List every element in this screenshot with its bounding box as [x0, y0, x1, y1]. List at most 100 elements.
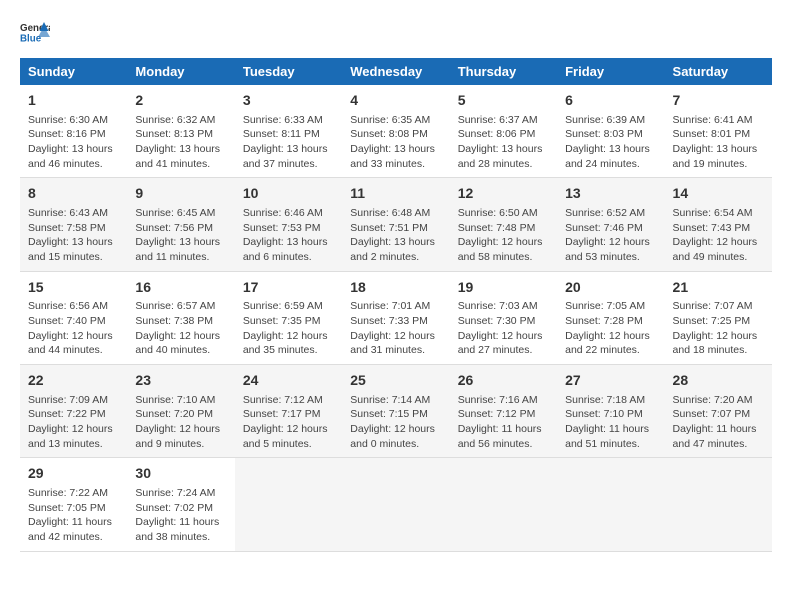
day-number: 20: [565, 278, 656, 298]
week-row-2: 8Sunrise: 6:43 AMSunset: 7:58 PMDaylight…: [20, 178, 772, 271]
day-cell: 10Sunrise: 6:46 AMSunset: 7:53 PMDayligh…: [235, 178, 342, 271]
day-info: Sunrise: 7:20 AMSunset: 7:07 PMDaylight:…: [673, 393, 764, 452]
day-cell: 13Sunrise: 6:52 AMSunset: 7:46 PMDayligh…: [557, 178, 664, 271]
day-info: Sunrise: 7:24 AMSunset: 7:02 PMDaylight:…: [135, 486, 226, 545]
general-blue-logo: General Blue: [20, 20, 50, 48]
day-info: Sunrise: 7:14 AMSunset: 7:15 PMDaylight:…: [350, 393, 441, 452]
day-info: Sunrise: 6:30 AMSunset: 8:16 PMDaylight:…: [28, 113, 119, 172]
day-number: 19: [458, 278, 549, 298]
day-number: 25: [350, 371, 441, 391]
day-cell: 17Sunrise: 6:59 AMSunset: 7:35 PMDayligh…: [235, 271, 342, 364]
day-number: 16: [135, 278, 226, 298]
day-cell: 30Sunrise: 7:24 AMSunset: 7:02 PMDayligh…: [127, 458, 234, 551]
day-cell: 22Sunrise: 7:09 AMSunset: 7:22 PMDayligh…: [20, 365, 127, 458]
day-info: Sunrise: 6:39 AMSunset: 8:03 PMDaylight:…: [565, 113, 656, 172]
day-info: Sunrise: 6:46 AMSunset: 7:53 PMDaylight:…: [243, 206, 334, 265]
day-cell: 6Sunrise: 6:39 AMSunset: 8:03 PMDaylight…: [557, 85, 664, 178]
day-number: 21: [673, 278, 764, 298]
day-info: Sunrise: 6:59 AMSunset: 7:35 PMDaylight:…: [243, 299, 334, 358]
day-cell: [665, 458, 772, 551]
day-number: 7: [673, 91, 764, 111]
day-info: Sunrise: 7:10 AMSunset: 7:20 PMDaylight:…: [135, 393, 226, 452]
day-cell: 20Sunrise: 7:05 AMSunset: 7:28 PMDayligh…: [557, 271, 664, 364]
day-cell: [235, 458, 342, 551]
day-info: Sunrise: 6:48 AMSunset: 7:51 PMDaylight:…: [350, 206, 441, 265]
day-cell: 27Sunrise: 7:18 AMSunset: 7:10 PMDayligh…: [557, 365, 664, 458]
day-cell: 21Sunrise: 7:07 AMSunset: 7:25 PMDayligh…: [665, 271, 772, 364]
day-info: Sunrise: 6:54 AMSunset: 7:43 PMDaylight:…: [673, 206, 764, 265]
day-cell: 3Sunrise: 6:33 AMSunset: 8:11 PMDaylight…: [235, 85, 342, 178]
day-info: Sunrise: 6:33 AMSunset: 8:11 PMDaylight:…: [243, 113, 334, 172]
day-number: 1: [28, 91, 119, 111]
calendar-header: SundayMondayTuesdayWednesdayThursdayFrid…: [20, 58, 772, 85]
day-cell: [450, 458, 557, 551]
day-number: 2: [135, 91, 226, 111]
day-info: Sunrise: 7:03 AMSunset: 7:30 PMDaylight:…: [458, 299, 549, 358]
day-info: Sunrise: 7:09 AMSunset: 7:22 PMDaylight:…: [28, 393, 119, 452]
week-row-3: 15Sunrise: 6:56 AMSunset: 7:40 PMDayligh…: [20, 271, 772, 364]
day-cell: 23Sunrise: 7:10 AMSunset: 7:20 PMDayligh…: [127, 365, 234, 458]
day-info: Sunrise: 6:37 AMSunset: 8:06 PMDaylight:…: [458, 113, 549, 172]
day-info: Sunrise: 6:56 AMSunset: 7:40 PMDaylight:…: [28, 299, 119, 358]
day-cell: 26Sunrise: 7:16 AMSunset: 7:12 PMDayligh…: [450, 365, 557, 458]
day-info: Sunrise: 6:45 AMSunset: 7:56 PMDaylight:…: [135, 206, 226, 265]
day-cell: 25Sunrise: 7:14 AMSunset: 7:15 PMDayligh…: [342, 365, 449, 458]
header-thursday: Thursday: [450, 58, 557, 85]
day-number: 28: [673, 371, 764, 391]
header-monday: Monday: [127, 58, 234, 85]
day-info: Sunrise: 7:16 AMSunset: 7:12 PMDaylight:…: [458, 393, 549, 452]
day-number: 24: [243, 371, 334, 391]
week-row-1: 1Sunrise: 6:30 AMSunset: 8:16 PMDaylight…: [20, 85, 772, 178]
day-info: Sunrise: 6:41 AMSunset: 8:01 PMDaylight:…: [673, 113, 764, 172]
day-info: Sunrise: 6:52 AMSunset: 7:46 PMDaylight:…: [565, 206, 656, 265]
day-number: 26: [458, 371, 549, 391]
day-info: Sunrise: 7:05 AMSunset: 7:28 PMDaylight:…: [565, 299, 656, 358]
day-info: Sunrise: 6:35 AMSunset: 8:08 PMDaylight:…: [350, 113, 441, 172]
day-cell: 12Sunrise: 6:50 AMSunset: 7:48 PMDayligh…: [450, 178, 557, 271]
day-info: Sunrise: 6:57 AMSunset: 7:38 PMDaylight:…: [135, 299, 226, 358]
day-cell: 14Sunrise: 6:54 AMSunset: 7:43 PMDayligh…: [665, 178, 772, 271]
day-number: 22: [28, 371, 119, 391]
day-number: 5: [458, 91, 549, 111]
day-info: Sunrise: 7:07 AMSunset: 7:25 PMDaylight:…: [673, 299, 764, 358]
day-info: Sunrise: 7:12 AMSunset: 7:17 PMDaylight:…: [243, 393, 334, 452]
week-row-4: 22Sunrise: 7:09 AMSunset: 7:22 PMDayligh…: [20, 365, 772, 458]
day-cell: [342, 458, 449, 551]
day-cell: 7Sunrise: 6:41 AMSunset: 8:01 PMDaylight…: [665, 85, 772, 178]
day-info: Sunrise: 6:32 AMSunset: 8:13 PMDaylight:…: [135, 113, 226, 172]
day-number: 12: [458, 184, 549, 204]
svg-text:Blue: Blue: [20, 34, 42, 45]
day-cell: 4Sunrise: 6:35 AMSunset: 8:08 PMDaylight…: [342, 85, 449, 178]
day-info: Sunrise: 6:50 AMSunset: 7:48 PMDaylight:…: [458, 206, 549, 265]
calendar-body: 1Sunrise: 6:30 AMSunset: 8:16 PMDaylight…: [20, 85, 772, 551]
day-cell: 5Sunrise: 6:37 AMSunset: 8:06 PMDaylight…: [450, 85, 557, 178]
day-number: 4: [350, 91, 441, 111]
day-cell: 18Sunrise: 7:01 AMSunset: 7:33 PMDayligh…: [342, 271, 449, 364]
day-cell: 2Sunrise: 6:32 AMSunset: 8:13 PMDaylight…: [127, 85, 234, 178]
day-info: Sunrise: 6:43 AMSunset: 7:58 PMDaylight:…: [28, 206, 119, 265]
day-number: 23: [135, 371, 226, 391]
day-info: Sunrise: 7:01 AMSunset: 7:33 PMDaylight:…: [350, 299, 441, 358]
day-number: 15: [28, 278, 119, 298]
day-number: 18: [350, 278, 441, 298]
header-tuesday: Tuesday: [235, 58, 342, 85]
day-number: 6: [565, 91, 656, 111]
day-number: 9: [135, 184, 226, 204]
day-number: 13: [565, 184, 656, 204]
day-cell: 24Sunrise: 7:12 AMSunset: 7:17 PMDayligh…: [235, 365, 342, 458]
day-number: 3: [243, 91, 334, 111]
header-sunday: Sunday: [20, 58, 127, 85]
day-cell: [557, 458, 664, 551]
week-row-5: 29Sunrise: 7:22 AMSunset: 7:05 PMDayligh…: [20, 458, 772, 551]
day-info: Sunrise: 7:18 AMSunset: 7:10 PMDaylight:…: [565, 393, 656, 452]
day-cell: 11Sunrise: 6:48 AMSunset: 7:51 PMDayligh…: [342, 178, 449, 271]
day-number: 11: [350, 184, 441, 204]
header-wednesday: Wednesday: [342, 58, 449, 85]
day-number: 17: [243, 278, 334, 298]
day-number: 8: [28, 184, 119, 204]
day-cell: 8Sunrise: 6:43 AMSunset: 7:58 PMDaylight…: [20, 178, 127, 271]
header-saturday: Saturday: [665, 58, 772, 85]
day-cell: 16Sunrise: 6:57 AMSunset: 7:38 PMDayligh…: [127, 271, 234, 364]
day-cell: 28Sunrise: 7:20 AMSunset: 7:07 PMDayligh…: [665, 365, 772, 458]
day-number: 30: [135, 464, 226, 484]
